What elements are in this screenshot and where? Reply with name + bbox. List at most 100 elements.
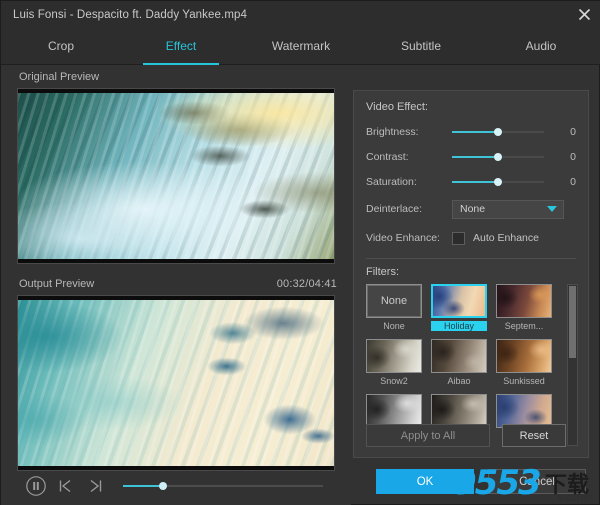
previous-frame-icon[interactable] xyxy=(56,476,76,496)
pause-icon[interactable] xyxy=(25,475,47,497)
filter-item-none[interactable]: None None xyxy=(366,284,422,331)
auto-enhance-box[interactable] xyxy=(452,232,465,245)
filter-thumbnail xyxy=(366,339,422,373)
auto-enhance-checkbox[interactable]: Auto Enhance xyxy=(452,232,539,245)
brightness-fill xyxy=(452,131,498,133)
contrast-knob[interactable] xyxy=(494,153,502,161)
apply-to-all-button[interactable]: Apply to All xyxy=(366,424,490,447)
ok-button[interactable]: OK xyxy=(376,469,474,494)
brightness-slider[interactable] xyxy=(452,125,544,139)
playback-time: 00:32/04:41 xyxy=(277,278,337,290)
seek-fill xyxy=(123,485,163,487)
contrast-slider[interactable] xyxy=(452,150,544,164)
original-preview-label: Original Preview xyxy=(19,71,99,83)
filter-label: Septem... xyxy=(496,321,552,331)
close-icon[interactable] xyxy=(567,1,600,28)
contrast-label: Contrast: xyxy=(366,151,452,163)
filters-title: Filters: xyxy=(354,259,588,284)
filters-scrollbar[interactable] xyxy=(567,284,578,446)
output-preview-header: Output Preview 00:32/04:41 xyxy=(1,273,351,295)
filter-thumbnail-image xyxy=(432,340,486,372)
filter-thumbnail xyxy=(496,284,552,318)
filter-thumbnail xyxy=(366,394,422,428)
deinterlace-label: Deinterlace: xyxy=(366,203,452,215)
output-preview-frame xyxy=(18,300,334,466)
filter-thumbnail xyxy=(431,339,487,373)
filter-item-sunkissed[interactable]: Sunkissed xyxy=(496,339,552,386)
original-preview-header: Original Preview xyxy=(1,66,351,88)
video-effect-title: Video Effect: xyxy=(366,101,576,113)
tab-bar: Crop Effect Watermark Subtitle Audio xyxy=(1,28,600,65)
deinterlace-row: Deinterlace: None xyxy=(366,197,576,221)
filter-item-september[interactable]: Septem... xyxy=(496,284,552,331)
tab-crop-label: Crop xyxy=(48,39,74,53)
brightness-knob[interactable] xyxy=(494,128,502,136)
filter-thumbnail xyxy=(431,284,487,318)
filter-label: Sunkissed xyxy=(496,376,552,386)
contrast-row: Contrast: 0 xyxy=(366,147,576,167)
output-preview-video[interactable] xyxy=(17,295,335,471)
playback-controls xyxy=(1,466,351,505)
tab-subtitle[interactable]: Subtitle xyxy=(361,28,481,64)
video-enhance-label: Video Enhance: xyxy=(366,232,452,244)
reset-button[interactable]: Reset xyxy=(502,424,566,447)
filter-thumbnail xyxy=(496,394,552,428)
filter-item-snow2[interactable]: Snow2 xyxy=(366,339,422,386)
tab-effect[interactable]: Effect xyxy=(121,28,241,64)
tab-audio-label: Audio xyxy=(526,39,557,53)
video-enhance-row: Video Enhance: Auto Enhance xyxy=(366,226,576,250)
contrast-value: 0 xyxy=(560,151,576,163)
tab-crop[interactable]: Crop xyxy=(1,28,121,64)
filter-thumbnail-image xyxy=(367,395,421,427)
filter-label: Aibao xyxy=(431,376,487,386)
seek-knob[interactable] xyxy=(159,482,167,490)
saturation-fill xyxy=(452,181,498,183)
tab-watermark[interactable]: Watermark xyxy=(241,28,361,64)
tab-watermark-label: Watermark xyxy=(272,39,330,53)
original-preview-video[interactable] xyxy=(17,88,335,264)
filter-none-box: None xyxy=(367,285,421,317)
filter-thumbnail-image xyxy=(497,285,551,317)
auto-enhance-label: Auto Enhance xyxy=(473,232,539,244)
video-effect-section: Video Effect: Brightness: 0 Contrast: 0 xyxy=(354,91,588,250)
filter-thumbnail: None xyxy=(366,284,422,318)
original-preview-image xyxy=(18,93,334,259)
saturation-label: Saturation: xyxy=(366,176,452,188)
saturation-knob[interactable] xyxy=(494,178,502,186)
filter-thumbnail xyxy=(496,339,552,373)
saturation-slider[interactable] xyxy=(452,175,544,189)
window-title: Luis Fonsi - Despacito ft. Daddy Yankee.… xyxy=(13,9,247,21)
filter-thumbnail-image xyxy=(497,395,551,427)
saturation-value: 0 xyxy=(560,176,576,188)
brightness-value: 0 xyxy=(560,126,576,138)
tab-subtitle-label: Subtitle xyxy=(401,39,441,53)
deinterlace-selected-value: None xyxy=(460,203,485,215)
filter-label: Holiday xyxy=(431,321,487,331)
tab-effect-label: Effect xyxy=(166,39,196,53)
filter-grid: None None Holiday Septem... Snow2 xyxy=(366,284,552,441)
filter-thumbnail-image xyxy=(367,340,421,372)
saturation-row: Saturation: 0 xyxy=(366,172,576,192)
brightness-label: Brightness: xyxy=(366,126,452,138)
filter-label: None xyxy=(366,321,422,331)
filter-thumbnail-image xyxy=(432,395,486,427)
seek-slider[interactable] xyxy=(123,479,323,493)
output-preview-image xyxy=(18,300,334,466)
brightness-row: Brightness: 0 xyxy=(366,122,576,142)
filter-thumbnail xyxy=(431,394,487,428)
output-preview-label: Output Preview xyxy=(19,278,94,290)
filter-thumbnail-image xyxy=(497,340,551,372)
preview-column: Original Preview Output Preview 00:32/04… xyxy=(1,66,351,505)
contrast-fill xyxy=(452,156,498,158)
filter-item-holiday[interactable]: Holiday xyxy=(431,284,487,331)
filter-item-aibao[interactable]: Aibao xyxy=(431,339,487,386)
cancel-button[interactable]: Cancel xyxy=(488,469,586,494)
panel-action-buttons: Apply to All Reset xyxy=(354,424,588,447)
deinterlace-select[interactable]: None xyxy=(452,200,564,219)
original-preview-frame xyxy=(18,93,334,259)
next-frame-icon[interactable] xyxy=(85,476,105,496)
effect-settings-panel: Video Effect: Brightness: 0 Contrast: 0 xyxy=(353,90,589,458)
tab-audio[interactable]: Audio xyxy=(481,28,600,64)
video-editor-dialog: Luis Fonsi - Despacito ft. Daddy Yankee.… xyxy=(0,0,600,505)
filters-scrollbar-thumb[interactable] xyxy=(569,286,576,358)
